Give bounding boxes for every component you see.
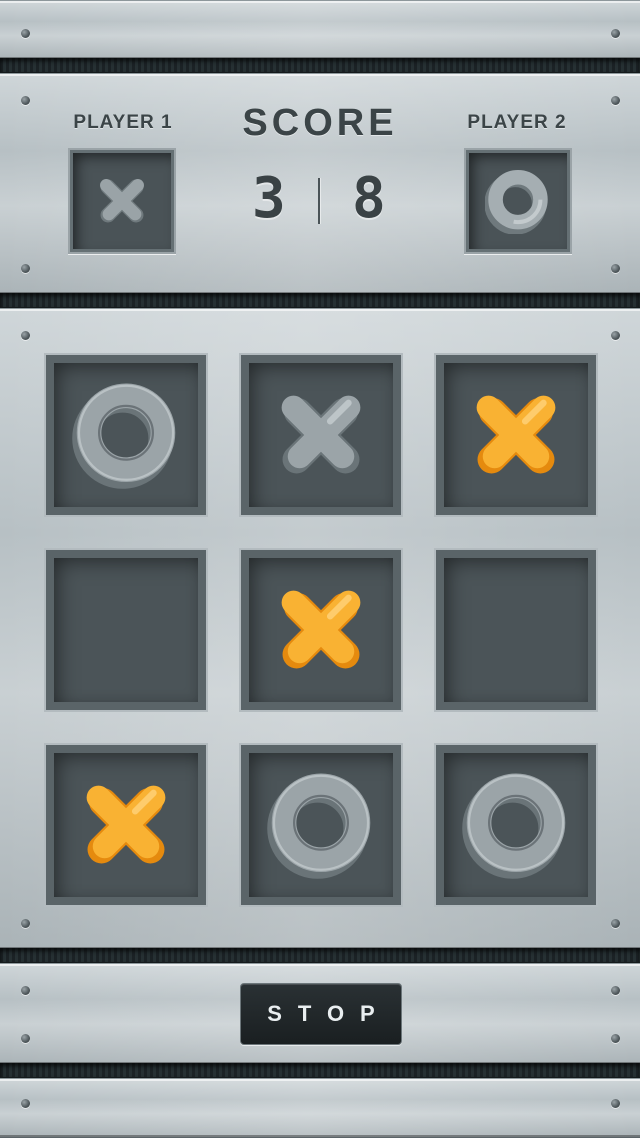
screw-icon — [21, 264, 30, 273]
bottom-plate — [0, 1078, 640, 1138]
o-icon — [485, 169, 548, 234]
x-icon — [86, 785, 166, 864]
divider-groove — [0, 948, 640, 962]
board-cell-9[interactable] — [434, 743, 598, 907]
board-cell-4[interactable] — [44, 548, 208, 712]
board-cell-5[interactable] — [239, 548, 403, 712]
screw-icon — [21, 986, 30, 995]
screw-icon — [21, 1034, 30, 1043]
x-icon — [476, 395, 556, 474]
top-plate — [0, 0, 640, 60]
screw-icon — [611, 919, 620, 928]
board-cell-3[interactable] — [434, 353, 598, 517]
player2-score: 8 — [352, 166, 386, 231]
x-icon — [281, 590, 361, 669]
x-icon — [281, 395, 361, 474]
board-cell-8[interactable] — [239, 743, 403, 907]
screw-icon — [611, 29, 620, 38]
screw-icon — [611, 1034, 620, 1043]
score-divider — [318, 178, 320, 224]
player1-label: PLAYER 1 — [73, 112, 173, 133]
screw-icon — [21, 29, 30, 38]
stop-button[interactable]: STOP — [240, 983, 402, 1045]
divider-groove — [0, 58, 640, 72]
o-icon — [462, 773, 566, 879]
screw-icon — [21, 919, 30, 928]
score-title: SCORE — [242, 102, 398, 144]
board-panel — [0, 308, 640, 950]
o-icon — [72, 383, 176, 489]
screw-icon — [611, 986, 620, 995]
player1-mark-box — [68, 148, 176, 254]
screw-icon — [611, 1099, 620, 1108]
screw-icon — [611, 96, 620, 105]
board-cell-1[interactable] — [44, 353, 208, 517]
screw-icon — [611, 264, 620, 273]
x-icon — [100, 179, 144, 223]
screw-icon — [611, 331, 620, 340]
o-icon — [267, 773, 371, 879]
divider-groove — [0, 293, 640, 307]
screw-icon — [21, 1099, 30, 1108]
screw-icon — [21, 331, 30, 340]
board-cell-2[interactable] — [239, 353, 403, 517]
player2-label: PLAYER 2 — [467, 112, 567, 133]
divider-groove — [0, 1063, 640, 1077]
board-cell-6[interactable] — [434, 548, 598, 712]
board-cell-7[interactable] — [44, 743, 208, 907]
player2-mark-box — [464, 148, 572, 254]
screw-icon — [21, 96, 30, 105]
scoreboard-panel: PLAYER 1 SCORE 3 8 PLAYER 2 — [0, 73, 640, 295]
player1-score: 3 — [252, 166, 286, 231]
